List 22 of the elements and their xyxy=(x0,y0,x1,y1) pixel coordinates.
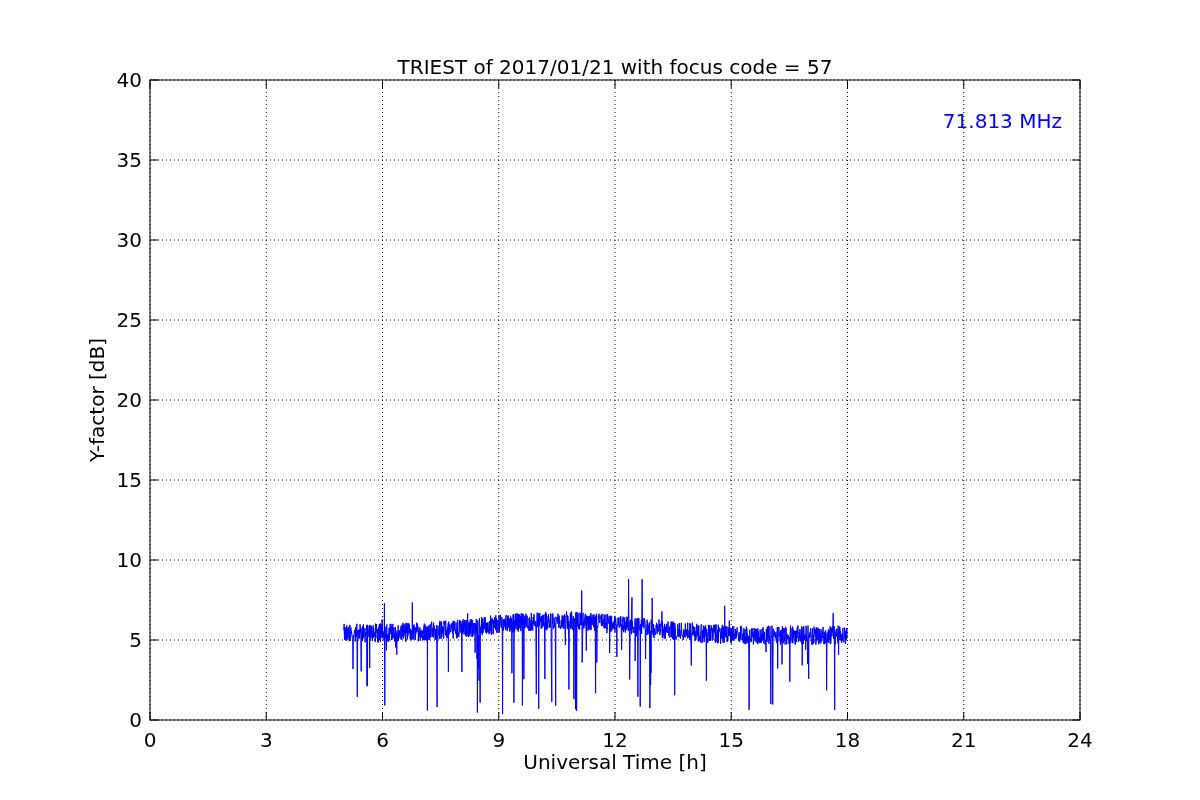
x-tick-label: 3 xyxy=(259,728,273,752)
y-tick-label: 10 xyxy=(116,548,142,572)
x-tick-label: 9 xyxy=(492,728,506,752)
x-tick-label: 24 xyxy=(1067,728,1093,752)
x-tick-label: 15 xyxy=(718,728,744,752)
frequency-annotation: 71.813 MHz xyxy=(942,109,1062,133)
y-tick-label: 35 xyxy=(116,148,142,172)
x-tick-label: 6 xyxy=(376,728,389,752)
y-tick-label: 0 xyxy=(129,708,142,732)
y-tick-label: 20 xyxy=(116,388,142,412)
y-tick-label: 40 xyxy=(116,68,142,92)
x-tick-label: 21 xyxy=(951,728,977,752)
y-axis-label: Y-factor [dB] xyxy=(85,338,109,462)
y-tick-label: 30 xyxy=(116,228,142,252)
chart-title: TRIEST of 2017/01/21 with focus code = 57 xyxy=(397,55,833,79)
x-tick-label: 0 xyxy=(143,728,157,752)
x-tick-label: 18 xyxy=(834,728,861,752)
y-tick-label: 5 xyxy=(129,628,142,652)
x-axis-label: Universal Time [h] xyxy=(523,750,707,774)
y-tick-label: 25 xyxy=(116,308,142,332)
x-tick-label: 12 xyxy=(602,728,628,752)
y-tick-label: 15 xyxy=(116,468,142,492)
